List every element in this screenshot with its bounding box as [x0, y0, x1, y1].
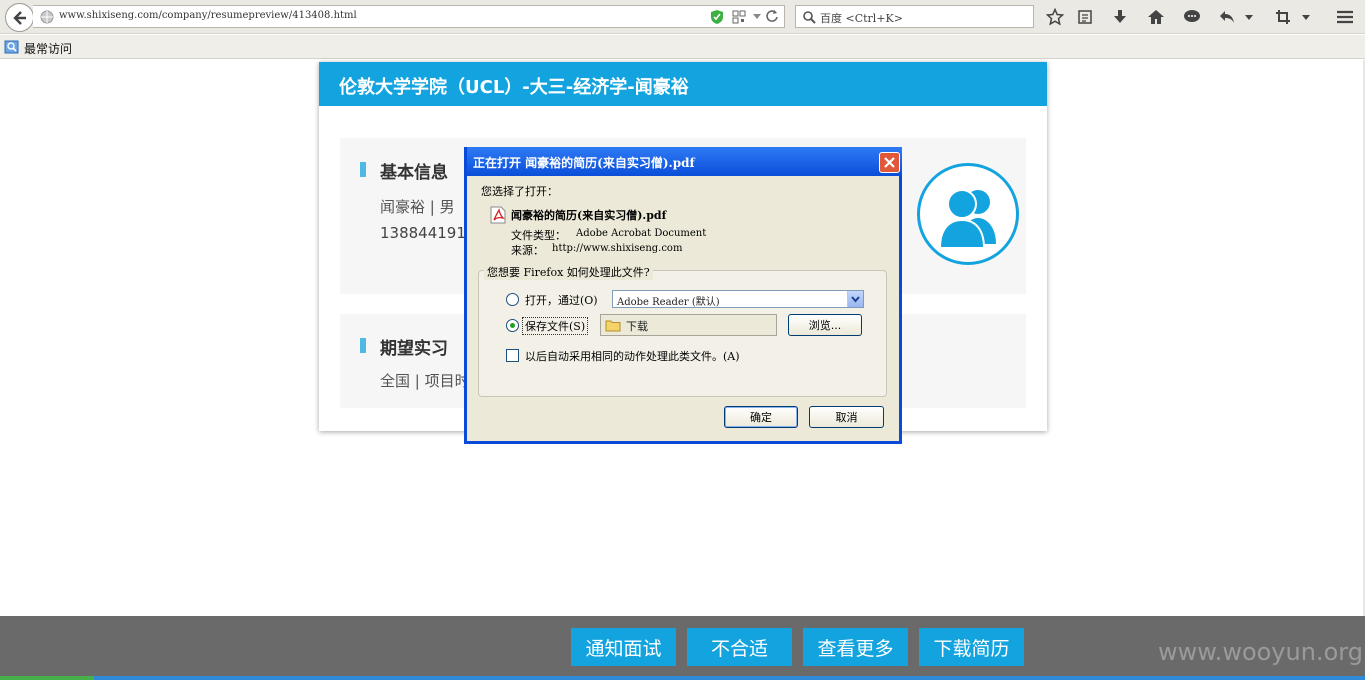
- user-avatar-icon: [938, 189, 996, 249]
- expectation-detail: 全国 | 项目时: [380, 372, 470, 390]
- bottom-action-bar: 通知面试 不合适 查看更多 下载简历 www.wooyun.org: [0, 616, 1365, 680]
- expectation-heading: 期望实习: [380, 339, 448, 359]
- avatar: [917, 163, 1019, 265]
- open-file-dialog: 正在打开 闻豪裕的简历(来自实习僧).pdf 您选择了打开： 闻豪裕的简历(来自…: [464, 147, 902, 444]
- bookmarks-toolbar: 最常访问: [0, 35, 1365, 59]
- undo-dropdown-icon[interactable]: [1243, 7, 1255, 27]
- basic-info-name-gender: 闻豪裕 | 男: [380, 198, 455, 216]
- source-value: http://www.shixiseng.com: [552, 243, 683, 254]
- bookmark-star-icon[interactable]: [1045, 7, 1065, 27]
- taskbar-edge: [0, 676, 1365, 680]
- back-arrow-icon: [12, 10, 26, 25]
- reject-button[interactable]: 不合适: [687, 628, 792, 666]
- notify-interview-button[interactable]: 通知面试: [571, 628, 676, 666]
- chevron-down-icon: [851, 295, 860, 303]
- select-dropdown-button[interactable]: [847, 291, 863, 307]
- security-shield-icon[interactable]: [710, 9, 724, 25]
- chat-icon[interactable]: [1182, 7, 1202, 27]
- download-icon[interactable]: [1110, 7, 1130, 27]
- url-text: www.shixiseng.com/company/resumepreview/…: [59, 10, 357, 21]
- home-icon[interactable]: [1146, 7, 1166, 27]
- resume-header: 伦敦大学学院（UCL）-大三-经济学-闻豪裕: [319, 62, 1047, 106]
- menu-icon[interactable]: [1335, 7, 1355, 27]
- browse-button[interactable]: 浏览...: [788, 314, 862, 336]
- open-with-label[interactable]: 打开，通过(O): [525, 292, 598, 308]
- dialog-titlebar[interactable]: 正在打开 闻豪裕的简历(来自实习僧).pdf: [464, 147, 902, 176]
- cancel-button[interactable]: 取消: [809, 406, 884, 428]
- open-with-app-value: Adobe Reader (默认): [617, 297, 720, 308]
- search-bar[interactable]: 百度 <Ctrl+K>: [795, 5, 1034, 28]
- url-bar[interactable]: www.shixiseng.com/company/resumepreview/…: [33, 5, 785, 28]
- save-folder-field: 下载: [600, 314, 777, 336]
- browser-toolbar: www.shixiseng.com/company/resumepreview/…: [0, 0, 1365, 34]
- most-visited-icon: [4, 40, 19, 54]
- start-button-edge[interactable]: [0, 676, 94, 680]
- file-type-label: 文件类型：: [511, 229, 566, 242]
- basic-info-heading: 基本信息: [380, 163, 448, 183]
- dialog-close-button[interactable]: [879, 152, 900, 173]
- back-button[interactable]: [5, 3, 34, 32]
- folder-icon: [605, 320, 621, 332]
- download-resume-button[interactable]: 下载简历: [919, 628, 1024, 666]
- section-marker: [360, 338, 366, 353]
- open-with-app-select[interactable]: Adobe Reader (默认): [612, 290, 864, 308]
- bookmark-most-visited[interactable]: 最常访问: [24, 40, 72, 57]
- source-label: 来源：: [511, 244, 544, 257]
- save-folder-value: 下载: [626, 320, 648, 333]
- chosen-label: 您选择了打开：: [481, 185, 558, 198]
- file-type-value: Adobe Acrobat Document: [576, 228, 707, 239]
- url-dropdown-icon[interactable]: [752, 11, 762, 21]
- search-icon: [803, 11, 816, 24]
- qr-code-icon[interactable]: [732, 10, 746, 24]
- search-placeholder: 百度 <Ctrl+K>: [820, 12, 903, 25]
- open-with-radio[interactable]: [506, 293, 519, 306]
- save-file-radio[interactable]: [506, 319, 519, 332]
- crop-screenshot-icon[interactable]: [1273, 7, 1293, 27]
- undo-icon[interactable]: [1217, 7, 1237, 27]
- crop-dropdown-icon[interactable]: [1300, 7, 1312, 27]
- radio-selected-dot: [510, 323, 515, 328]
- save-file-label[interactable]: 保存文件(S): [522, 317, 589, 335]
- pdf-file-icon: [490, 206, 506, 224]
- ok-button[interactable]: 确定: [724, 406, 798, 428]
- auto-action-label[interactable]: 以后自动采用相同的动作处理此类文件。(A): [525, 348, 740, 364]
- dialog-title: 正在打开 闻豪裕的简历(来自实习僧).pdf: [473, 156, 695, 170]
- section-marker: [360, 162, 366, 177]
- view-more-button[interactable]: 查看更多: [803, 628, 908, 666]
- watermark: www.wooyun.org: [1158, 638, 1363, 666]
- close-icon: [884, 157, 895, 168]
- resume-title: 伦敦大学学院（UCL）-大三-经济学-闻豪裕: [339, 77, 689, 98]
- action-question: 您想要 Firefox 如何处理此文件?: [484, 264, 653, 280]
- file-name: 闻豪裕的简历(来自实习僧).pdf: [511, 209, 667, 222]
- reload-icon[interactable]: [765, 9, 779, 23]
- auto-action-checkbox[interactable]: [506, 349, 519, 362]
- globe-icon: [40, 10, 54, 24]
- reading-list-icon[interactable]: [1075, 7, 1095, 27]
